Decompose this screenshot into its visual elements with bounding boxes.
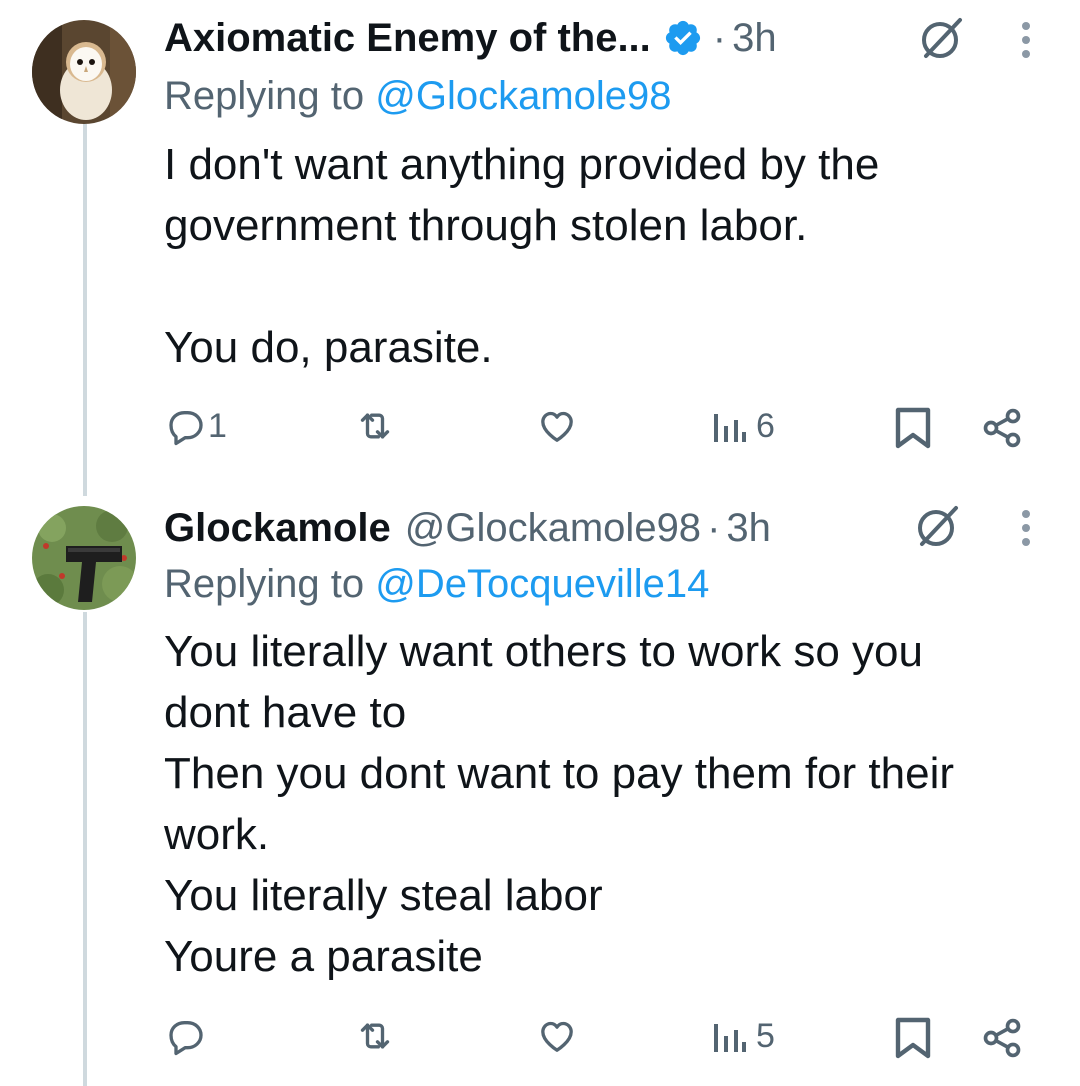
bookmark-button[interactable] <box>894 406 932 450</box>
replying-to-label: Replying to <box>164 562 365 606</box>
like-button[interactable] <box>536 406 578 446</box>
views-icon <box>712 1016 748 1056</box>
reply-icon <box>166 406 206 446</box>
reply-button[interactable] <box>166 1016 206 1056</box>
separator-dot: · <box>707 505 721 550</box>
tweet-actions: 1 6 <box>0 398 1080 458</box>
retweet-button[interactable] <box>354 406 396 446</box>
like-icon <box>536 406 578 446</box>
bookmark-icon <box>894 1016 932 1060</box>
tweet-header: Axiomatic Enemy of the... · 3h <box>164 14 777 62</box>
timestamp[interactable]: 3h <box>732 16 777 61</box>
avatar[interactable] <box>32 506 136 610</box>
separator-dot: · <box>712 15 727 60</box>
reply-icon <box>166 1016 206 1056</box>
replying-to-mention[interactable]: @Glockamole98 <box>375 74 671 118</box>
reply-button[interactable]: 1 <box>166 406 227 446</box>
retweet-button[interactable] <box>354 1016 396 1056</box>
tweet[interactable]: Axiomatic Enemy of the... · 3h Replying … <box>0 0 1080 490</box>
share-button[interactable] <box>980 1016 1024 1060</box>
views-count: 6 <box>756 406 775 445</box>
share-button[interactable] <box>980 406 1024 450</box>
like-icon <box>536 1016 578 1056</box>
avatar[interactable] <box>32 20 136 124</box>
views-button[interactable]: 6 <box>712 406 775 446</box>
grok-icon[interactable] <box>914 502 962 550</box>
tweet-text: I don't want anything provided by the go… <box>164 140 880 372</box>
tweet-actions: 5 <box>0 1008 1080 1068</box>
like-button[interactable] <box>536 1016 578 1056</box>
tweet-header: Glockamole @Glockamole98 · 3h <box>164 504 771 552</box>
bookmark-icon <box>894 406 932 450</box>
username[interactable]: @Glockamole98 <box>405 506 701 551</box>
verified-badge-icon <box>663 18 703 58</box>
timestamp[interactable]: 3h <box>726 506 771 551</box>
tweet-text: You literally want others to work so you… <box>164 627 955 981</box>
reply-count: 1 <box>208 406 227 445</box>
views-count: 5 <box>756 1016 775 1055</box>
replying-to: Replying to @Glockamole98 <box>164 74 672 119</box>
tweet[interactable]: Glockamole @Glockamole98 · 3h Replying t… <box>0 490 1080 1086</box>
views-icon <box>712 406 748 446</box>
replying-to-mention[interactable]: @DeTocqueville14 <box>375 562 709 606</box>
grok-icon[interactable] <box>918 14 966 62</box>
display-name[interactable]: Glockamole <box>164 506 391 551</box>
replying-to-label: Replying to <box>164 74 365 118</box>
bookmark-button[interactable] <box>894 1016 932 1060</box>
retweet-icon <box>354 1016 396 1056</box>
replying-to: Replying to @DeTocqueville14 <box>164 562 709 607</box>
more-icon[interactable] <box>1016 20 1036 64</box>
retweet-icon <box>354 406 396 446</box>
views-button[interactable]: 5 <box>712 1016 775 1056</box>
share-icon <box>980 1016 1024 1060</box>
display-name[interactable]: Axiomatic Enemy of the... <box>164 16 651 61</box>
share-icon <box>980 406 1024 450</box>
more-icon[interactable] <box>1016 508 1036 552</box>
